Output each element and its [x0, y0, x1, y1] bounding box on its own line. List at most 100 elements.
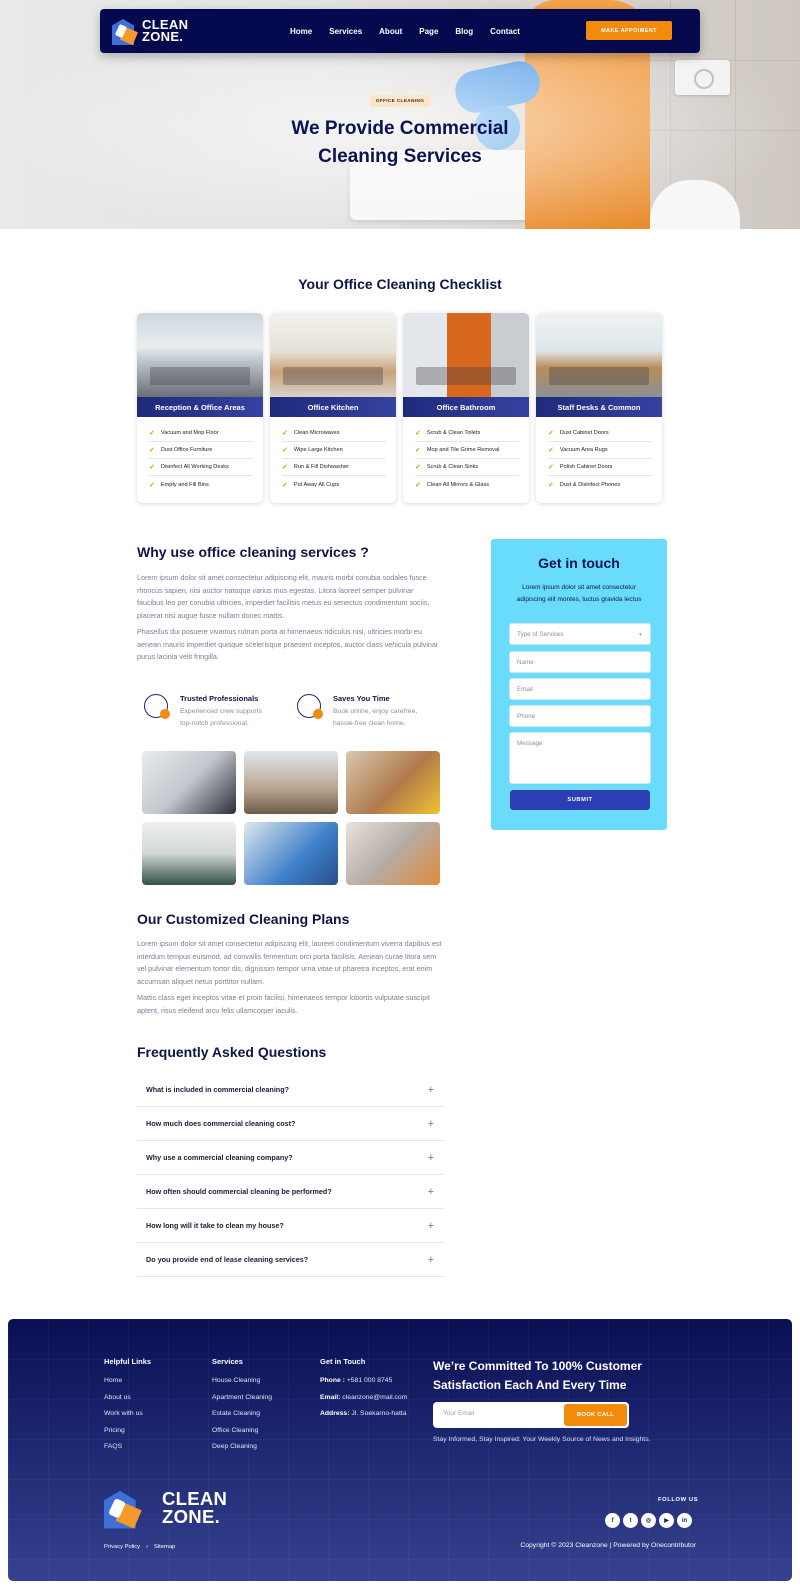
list-item: ✓ Run & Fill Dishwasher [282, 459, 386, 476]
gallery-image[interactable] [244, 751, 338, 814]
footer-column-title: Helpful Links [104, 1357, 152, 1366]
footer-link[interactable]: About us [104, 1394, 151, 1401]
footer-link[interactable]: Office Cleaning [212, 1427, 272, 1434]
card-title: Staff Desks & Common [536, 397, 662, 417]
photo-gallery [142, 751, 440, 885]
faq-question: How often should commercial cleaning be … [146, 1187, 332, 1196]
faq-item[interactable]: Why use a commercial cleaning company? + [137, 1141, 444, 1175]
faq-item[interactable]: How long will it take to clean my house?… [137, 1209, 444, 1243]
gallery-image[interactable] [346, 822, 440, 885]
twitter-icon[interactable]: t [623, 1513, 638, 1528]
footer-link[interactable]: Work with us [104, 1410, 151, 1417]
nav-services[interactable]: Services [329, 27, 362, 36]
gallery-image[interactable] [142, 822, 236, 885]
faq-item[interactable]: How often should commercial cleaning be … [137, 1175, 444, 1209]
nav-contact[interactable]: Contact [490, 27, 520, 36]
newsletter-note: Stay Informed, Stay Inspired: Your Weekl… [433, 1436, 651, 1443]
team-icon [144, 694, 170, 719]
email-value[interactable]: cleanzone@mail.com [342, 1394, 407, 1401]
item-label: Wipe Large Kitchen [293, 447, 343, 453]
check-icon: ✓ [282, 447, 288, 454]
footer-link[interactable]: Apartment Cleaning [212, 1394, 272, 1401]
faq-item[interactable]: What is included in commercial cleaning?… [137, 1073, 444, 1107]
plus-icon: + [427, 1185, 434, 1198]
check-icon: ✓ [149, 447, 155, 454]
list-item: ✓ Dust Cabinet Doors [548, 425, 652, 442]
plus-icon: + [427, 1151, 434, 1164]
privacy-policy-link[interactable]: Privacy Policy [104, 1544, 140, 1550]
check-icon: ✓ [149, 430, 155, 437]
newsletter-email-input[interactable]: Your Email [443, 1410, 474, 1417]
check-icon: ✓ [149, 464, 155, 471]
message-field[interactable]: Message [509, 732, 651, 784]
contact-form: Get in touch Lorem ipsum dolor sit amet … [491, 539, 667, 830]
social-links: f t ◎ ▶ in [605, 1513, 692, 1528]
footer-phone: Phone : +581 000 8745 [320, 1377, 407, 1384]
footer-link[interactable]: FAQS [104, 1443, 151, 1450]
list-item: ✓ Clean All Mirrors & Glass [415, 476, 519, 493]
phone-value[interactable]: +581 000 8745 [347, 1377, 393, 1384]
faq-question: What is included in commercial cleaning? [146, 1085, 289, 1094]
nav-page[interactable]: Page [419, 27, 438, 36]
site-logo[interactable]: CLEAN ZONE. [112, 17, 188, 45]
check-icon: ✓ [415, 430, 421, 437]
make-appointment-button[interactable]: MAKE APPOIMENT [586, 21, 672, 40]
plans-paragraph-1: Lorem ipsum dolor sit amet consectetur a… [137, 939, 442, 986]
feature-saves-time: Saves You Time Book online, enjoy carefr… [297, 694, 417, 730]
footer-link[interactable]: Home [104, 1377, 151, 1384]
check-icon: ✓ [415, 481, 421, 489]
name-field[interactable]: Name [509, 651, 651, 673]
footer-link[interactable]: Pricing [104, 1427, 151, 1434]
footer-logo[interactable]: CLEAN ZONE. [104, 1488, 227, 1529]
item-label: Clean Microwaves [293, 430, 340, 436]
list-item: ✓ Wipe Large Kitchen [282, 442, 386, 459]
check-icon: ✓ [282, 430, 288, 437]
gallery-image[interactable] [244, 822, 338, 885]
nav-blog[interactable]: Blog [455, 27, 473, 36]
linkedin-icon[interactable]: in [677, 1513, 692, 1528]
youtube-icon[interactable]: ▶ [659, 1513, 674, 1528]
footer-address: Address: Jl. Soekarno-hatta [320, 1410, 407, 1417]
submit-button[interactable]: SUBMIT [510, 790, 650, 810]
hero-title: We Provide Commercial Cleaning Services [250, 115, 550, 171]
footer-email: Email: cleanzone@mail.com [320, 1394, 407, 1401]
top-navbar: CLEAN ZONE. Home Services About Page Blo… [100, 9, 700, 53]
facebook-icon[interactable]: f [605, 1513, 620, 1528]
list-item: ✓ Put Away All Cups [282, 476, 386, 493]
faq-item[interactable]: How much does commercial cleaning cost? + [137, 1107, 444, 1141]
gallery-image[interactable] [346, 751, 440, 814]
footer-helpful-links: Helpful Links Home About us Work with us… [104, 1357, 151, 1460]
footer-link[interactable]: Estate Cleaning [212, 1410, 272, 1417]
check-icon: ✓ [415, 447, 421, 454]
footer-link[interactable]: House Cleaning [212, 1377, 272, 1384]
plus-icon: + [427, 1253, 434, 1266]
gallery-image[interactable] [142, 751, 236, 814]
book-call-button[interactable]: BOOK CALL [564, 1404, 627, 1426]
instagram-icon[interactable]: ◎ [641, 1513, 656, 1528]
nav-about[interactable]: About [379, 27, 402, 36]
footer-column-title: Get in Touch [320, 1357, 366, 1366]
hero-title-line2: Cleaning Services [318, 146, 482, 167]
reception-image [137, 313, 263, 397]
check-icon: ✓ [282, 481, 288, 489]
faq-question: Why use a commercial cleaning company? [146, 1153, 293, 1162]
email-field[interactable]: Email [509, 678, 651, 700]
list-item: ✓ Scrub & Clean Sinks [415, 459, 519, 476]
faq-title: Frequently Asked Questions [137, 1044, 327, 1060]
feature-title: Saves You Time [333, 694, 390, 703]
phone-field[interactable]: Phone [509, 705, 651, 727]
logo-line2: ZONE. [142, 29, 184, 44]
faq-accordion: What is included in commercial cleaning?… [137, 1073, 444, 1277]
check-icon: ✓ [415, 464, 421, 471]
faq-question: How long will it take to clean my house? [146, 1221, 284, 1230]
service-type-select[interactable]: Type of Services ▼ [509, 623, 651, 645]
footer-link[interactable]: Deep Cleaning [212, 1443, 272, 1450]
item-label: Polish Cabinet Doors [559, 464, 613, 470]
checklist-card: Staff Desks & Common ✓ Dust Cabinet Doors… [536, 313, 662, 503]
faq-question: Do you provide end of lease cleaning ser… [146, 1255, 309, 1264]
nav-home[interactable]: Home [290, 27, 312, 36]
sitemap-link[interactable]: Sitemap [154, 1544, 175, 1550]
check-icon: ✓ [149, 481, 155, 489]
faq-item[interactable]: Do you provide end of lease cleaning ser… [137, 1243, 444, 1277]
kitchen-image [270, 313, 396, 397]
